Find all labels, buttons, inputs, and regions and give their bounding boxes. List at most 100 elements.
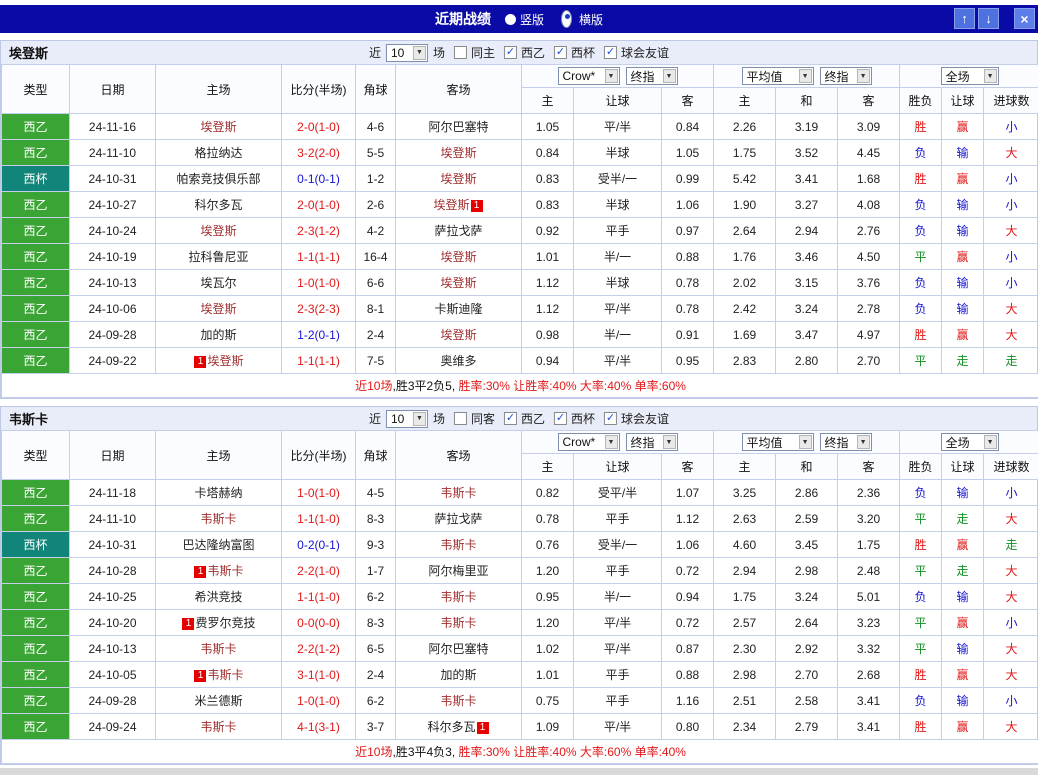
home-team-name[interactable]: 韦斯卡 [200, 512, 236, 526]
league-cell: 西乙 [2, 348, 70, 374]
away-team-name[interactable]: 埃登斯 [440, 172, 476, 186]
odds-stage-select[interactable]: 终指▼ [626, 67, 678, 85]
result-handicap-cell: 输 [942, 480, 984, 506]
away-team-name[interactable]: 韦斯卡 [440, 694, 476, 708]
close-button[interactable]: × [1014, 8, 1035, 29]
league-filter-checkbox[interactable]: ✓ [504, 412, 517, 425]
home-team-cell: 埃登斯 [156, 218, 282, 244]
home-team-name[interactable]: 格拉纳达 [194, 146, 242, 160]
away-team-name[interactable]: 埃登斯 [440, 328, 476, 342]
home-team-name[interactable]: 埃登斯 [200, 120, 236, 134]
view-option-horizontal[interactable]: 横版 [558, 10, 603, 28]
handicap-cell: 平手 [574, 662, 662, 688]
corners-cell: 6-2 [356, 584, 396, 610]
away-team-name[interactable]: 阿尔巴塞特 [428, 120, 488, 134]
match-row: 西乙24-11-18卡塔赫纳1-0(1-0)4-5韦斯卡0.82受平/半1.07… [2, 480, 1038, 506]
summary-segment: 大率:40% [580, 379, 635, 393]
same-venue-checkbox[interactable] [454, 412, 467, 425]
home-team-name[interactable]: 巴达隆纳富图 [182, 538, 254, 552]
red-card-badge: 1 [477, 722, 489, 734]
home-team-name[interactable]: 卡塔赫纳 [194, 486, 242, 500]
scope-select[interactable]: 全场▼ [941, 433, 999, 451]
home-team-name[interactable]: 韦斯卡 [207, 564, 243, 578]
view-option-vertical[interactable]: 竖版 [505, 11, 544, 28]
away-team-name[interactable]: 埃登斯 [440, 276, 476, 290]
home-team-name[interactable]: 埃登斯 [207, 354, 243, 368]
away-team-name[interactable]: 埃登斯 [433, 198, 469, 212]
away-team-name[interactable]: 韦斯卡 [440, 486, 476, 500]
league-filter-checkbox[interactable]: ✓ [604, 412, 617, 425]
avg-source-select[interactable]: 平均值▼ [742, 433, 814, 451]
away-team-name[interactable]: 阿尔梅里亚 [428, 564, 488, 578]
home-team-name[interactable]: 韦斯卡 [207, 668, 243, 682]
avg-stage-select[interactable]: 终指▼ [820, 67, 872, 85]
away-team-name[interactable]: 卡斯迪隆 [434, 302, 482, 316]
away-team-name[interactable]: 埃登斯 [440, 250, 476, 264]
corners-cell: 2-4 [356, 322, 396, 348]
scroll-down-button[interactable]: ↓ [978, 8, 999, 29]
chevron-down-icon: ▼ [413, 412, 426, 426]
home-team-name[interactable]: 埃登斯 [200, 302, 236, 316]
away-team-name[interactable]: 韦斯卡 [440, 538, 476, 552]
avg-stage-select[interactable]: 终指▼ [820, 433, 872, 451]
home-team-name[interactable]: 科尔多瓦 [194, 198, 242, 212]
league-filter-checkbox[interactable]: ✓ [604, 46, 617, 59]
match-count-select[interactable]: 10▼ [386, 44, 428, 62]
avg-source-select[interactable]: 平均值▼ [742, 67, 814, 85]
odds-away-cell: 0.88 [662, 244, 714, 270]
bookmaker-select[interactable]: Crow*▼ [558, 433, 620, 451]
home-team-name[interactable]: 希洪竞技 [194, 590, 242, 604]
home-team-name[interactable]: 韦斯卡 [200, 720, 236, 734]
avg-home-cell: 4.60 [714, 532, 776, 558]
match-count-select[interactable]: 10▼ [386, 410, 428, 428]
home-team-name[interactable]: 费罗尔竞技 [195, 616, 255, 630]
avg-draw-cell: 2.86 [776, 480, 838, 506]
away-team-name[interactable]: 阿尔巴塞特 [428, 642, 488, 656]
avg-away-cell: 2.48 [838, 558, 900, 584]
league-filter-checkbox[interactable]: ✓ [554, 46, 567, 59]
away-team-name[interactable]: 韦斯卡 [440, 616, 476, 630]
home-team-name[interactable]: 埃登斯 [200, 224, 236, 238]
avg-away-cell: 3.41 [838, 688, 900, 714]
league-filter-checkbox[interactable]: ✓ [504, 46, 517, 59]
team-section: 埃登斯近10▼场同主✓西乙✓西杯✓球会友谊类型日期主场比分(半场)角球客场Cro… [0, 40, 1038, 399]
result-goals-cell: 大 [984, 714, 1038, 740]
away-team-name[interactable]: 加的斯 [440, 668, 476, 682]
match-row: 西杯24-10-31帕索竞技俱乐部0-1(0-1)1-2埃登斯0.83受半/一0… [2, 166, 1038, 192]
match-row: 西乙24-10-24埃登斯2-3(1-2)4-2萨拉戈萨0.92平手0.972.… [2, 218, 1038, 244]
scroll-up-button[interactable]: ↑ [954, 8, 975, 29]
avg-group-header: 平均值▼ 终指▼ [714, 431, 900, 454]
away-team-name[interactable]: 韦斯卡 [440, 590, 476, 604]
home-team-name[interactable]: 埃瓦尔 [200, 276, 236, 290]
bookmaker-select[interactable]: Crow*▼ [558, 67, 620, 85]
odds-stage-select[interactable]: 终指▼ [626, 433, 678, 451]
home-team-name[interactable]: 帕索竞技俱乐部 [176, 172, 260, 186]
away-team-name[interactable]: 萨拉戈萨 [434, 224, 482, 238]
league-filter-label: 西杯 [571, 44, 595, 61]
result-handicap-cell: 赢 [942, 166, 984, 192]
away-team-name[interactable]: 萨拉戈萨 [434, 512, 482, 526]
away-team-name[interactable]: 埃登斯 [440, 146, 476, 160]
handicap-cell: 平/半 [574, 610, 662, 636]
summary-segment: 让胜率:40% [513, 379, 580, 393]
league-filter-label: 球会友谊 [621, 410, 669, 427]
avg-away-cell: 3.41 [838, 714, 900, 740]
home-team-name[interactable]: 韦斯卡 [200, 642, 236, 656]
away-team-name[interactable]: 奥维多 [440, 354, 476, 368]
home-team-name[interactable]: 米兰德斯 [194, 694, 242, 708]
summary-segment: ,胜3平2负5, [392, 379, 458, 393]
home-team-cell: 韦斯卡 [156, 636, 282, 662]
scope-select[interactable]: 全场▼ [941, 67, 999, 85]
league-filter-checkbox[interactable]: ✓ [554, 412, 567, 425]
avg-draw-cell: 2.59 [776, 506, 838, 532]
odds-home-cell: 0.83 [522, 192, 574, 218]
away-team-name[interactable]: 科尔多瓦 [427, 720, 475, 734]
avg-home-cell: 2.26 [714, 114, 776, 140]
match-row: 西乙24-09-28米兰德斯1-0(1-0)6-2韦斯卡0.75平手1.162.… [2, 688, 1038, 714]
same-venue-checkbox[interactable] [454, 46, 467, 59]
home-team-name[interactable]: 加的斯 [200, 328, 236, 342]
avg-draw-cell: 3.45 [776, 532, 838, 558]
column-subheader: 和 [776, 454, 838, 480]
match-row: 西乙24-10-27科尔多瓦2-0(1-0)2-6埃登斯10.83半球1.061… [2, 192, 1038, 218]
home-team-name[interactable]: 拉科鲁尼亚 [188, 250, 248, 264]
